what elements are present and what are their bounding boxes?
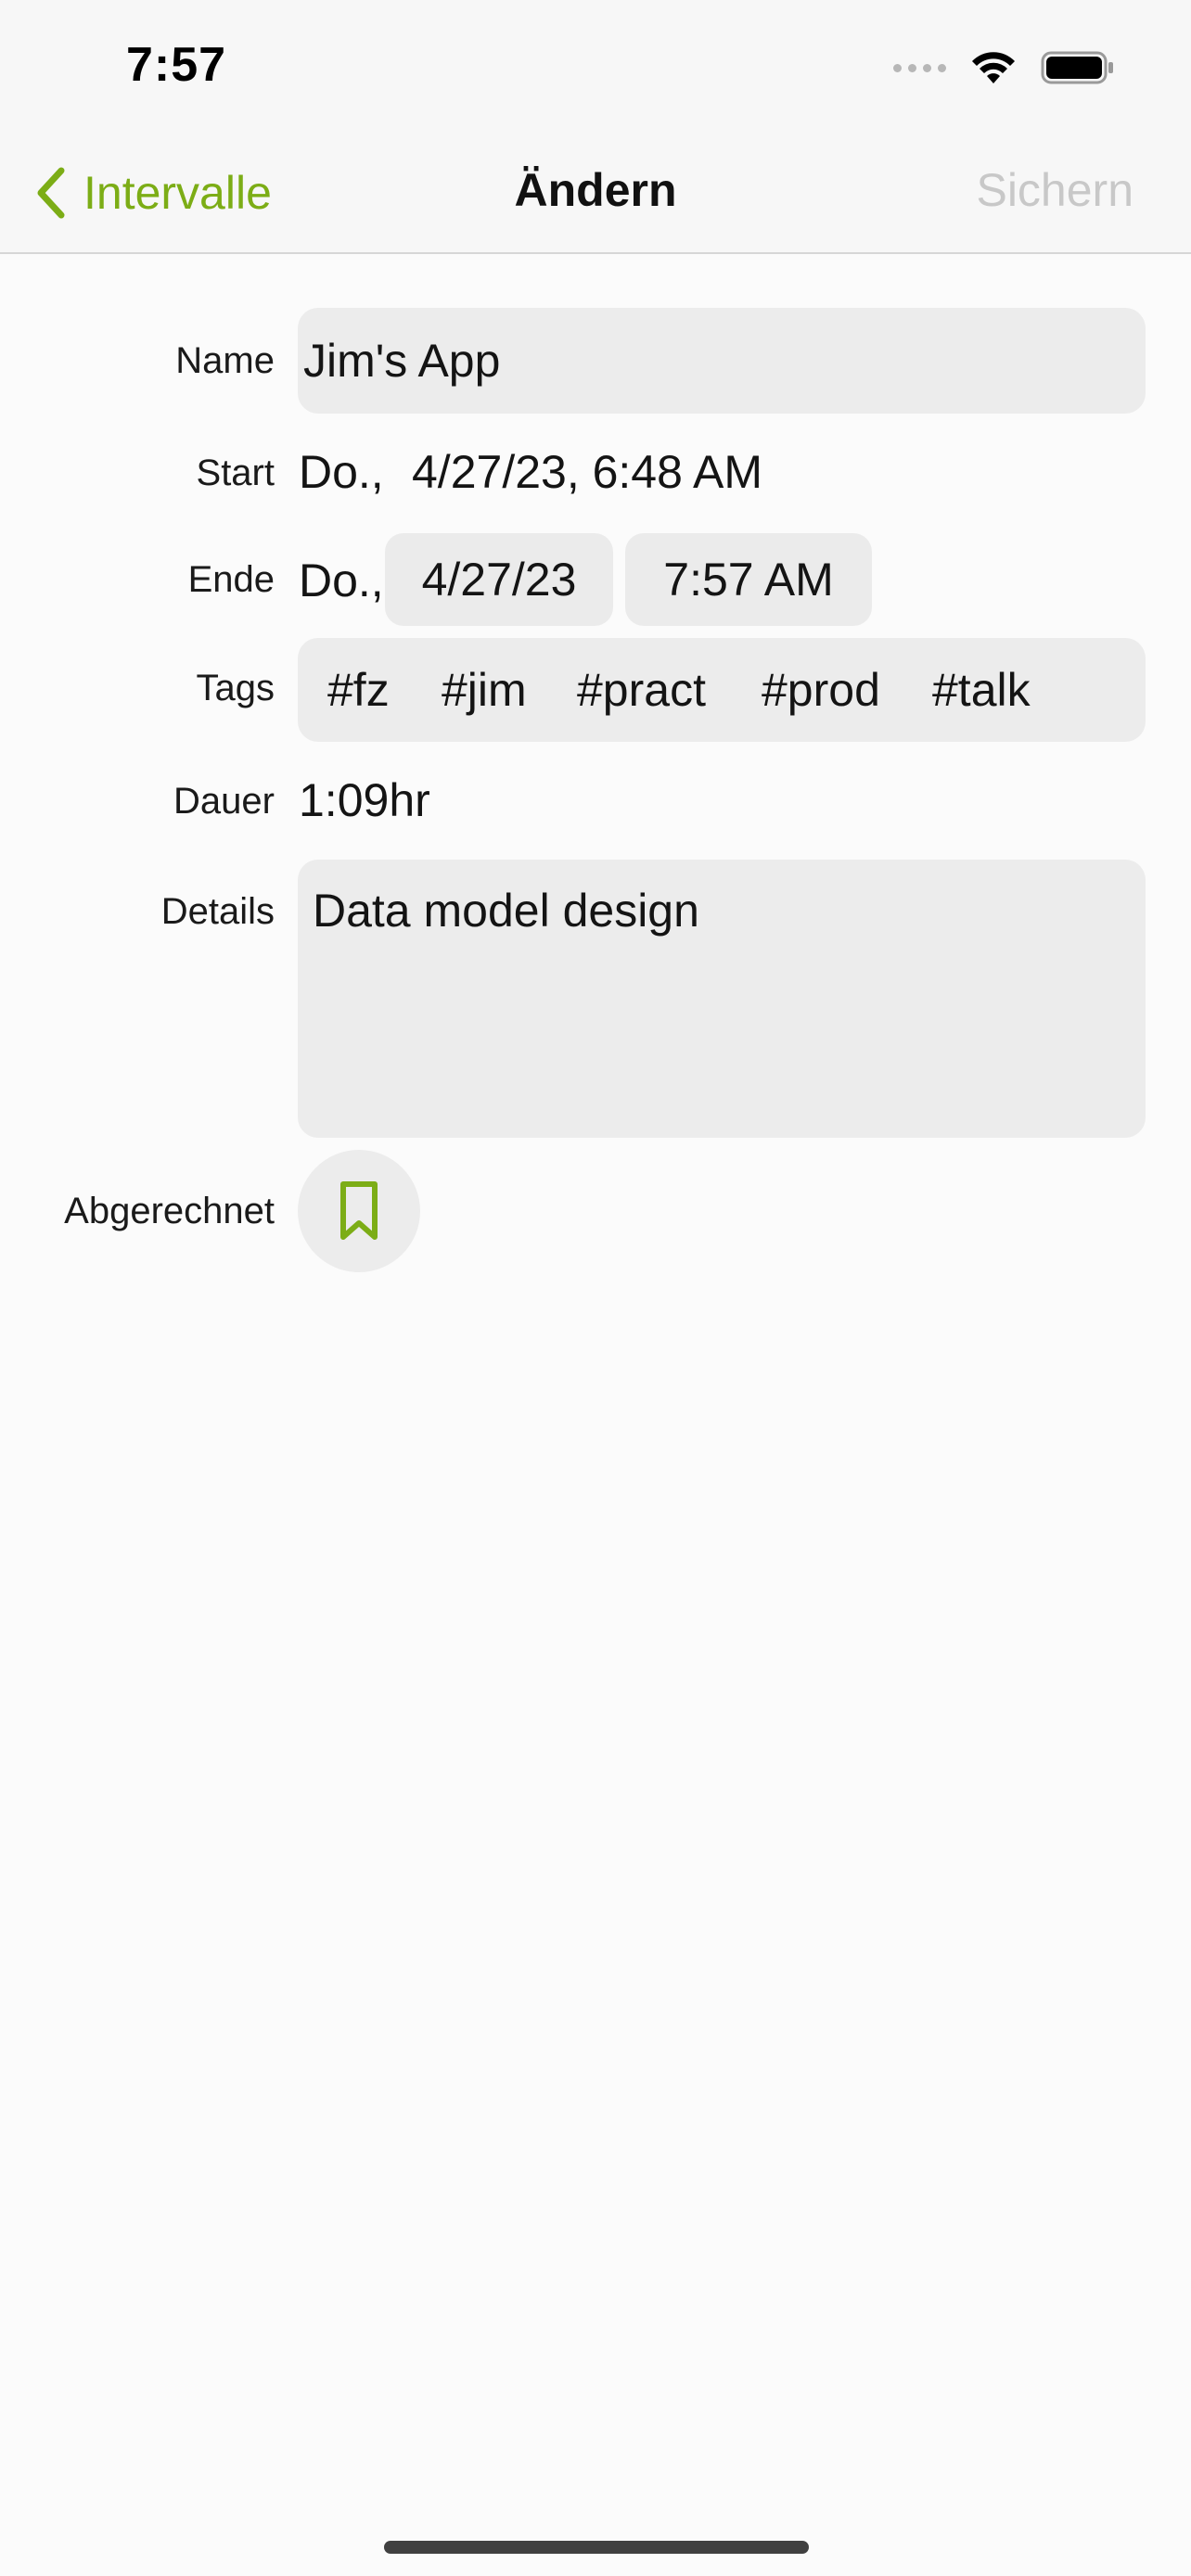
name-input[interactable]: Jim's App xyxy=(298,308,1146,414)
name-label: Name xyxy=(175,340,275,381)
start-weekday: Do., xyxy=(299,446,384,498)
navigation-bar: Intervalle Ändern Sichern xyxy=(0,139,1191,254)
details-row: Details Data model design xyxy=(0,860,1191,1138)
tag-item[interactable]: #jim xyxy=(442,638,527,742)
end-label: Ende xyxy=(187,559,275,600)
tag-item[interactable]: #fz xyxy=(327,638,390,742)
end-row: Ende Do., 4/27/23 7:57 AM xyxy=(0,533,1191,626)
details-textarea[interactable]: Data model design xyxy=(298,860,1146,1138)
cellular-signal-icon xyxy=(893,63,946,72)
details-value: Data model design xyxy=(313,885,699,937)
status-bar: 7:57 xyxy=(0,0,1191,139)
billed-toggle-button[interactable] xyxy=(298,1150,420,1272)
name-value: Jim's App xyxy=(303,335,501,387)
chevron-left-icon xyxy=(37,167,65,219)
name-row: Name Jim's App xyxy=(0,308,1191,414)
tag-item[interactable]: #pract xyxy=(577,638,706,742)
save-button[interactable]: Sichern xyxy=(976,163,1133,217)
bookmark-icon xyxy=(340,1181,378,1240)
status-time: 7:57 xyxy=(126,38,227,92)
wifi-icon xyxy=(972,52,1015,83)
details-label: Details xyxy=(160,891,275,932)
end-time-picker[interactable]: 7:57 AM xyxy=(625,533,872,626)
billed-row: Abgerechnet xyxy=(0,1150,1191,1272)
tags-field[interactable]: #fz #jim #pract #prod #talk xyxy=(298,638,1146,742)
battery-icon xyxy=(1041,51,1113,84)
status-icons xyxy=(893,45,1115,91)
tags-label: Tags xyxy=(196,668,275,708)
start-datetime: 4/27/23, 6:48 AM xyxy=(412,446,763,498)
edit-interval-screen: 7:57 Intervalle Ändern Sichern Name Jim'… xyxy=(0,0,1191,2576)
duration-value: 1:09hr xyxy=(299,774,430,826)
end-date-picker[interactable]: 4/27/23 xyxy=(385,533,613,626)
home-indicator[interactable] xyxy=(384,2541,809,2554)
tags-row: Tags #fz #jim #pract #prod #talk xyxy=(0,638,1191,742)
tag-item[interactable]: #prod xyxy=(762,638,880,742)
end-weekday: Do., xyxy=(299,555,384,606)
back-label: Intervalle xyxy=(83,167,272,219)
billed-label: Abgerechnet xyxy=(64,1191,275,1231)
back-button[interactable]: Intervalle xyxy=(33,159,272,226)
tag-item[interactable]: #talk xyxy=(932,638,1031,742)
duration-label: Dauer xyxy=(173,781,275,822)
start-label: Start xyxy=(196,453,275,493)
start-row: Start Do., 4/27/23, 6:48 AM xyxy=(0,445,1191,504)
duration-row: Dauer 1:09hr xyxy=(0,773,1191,833)
